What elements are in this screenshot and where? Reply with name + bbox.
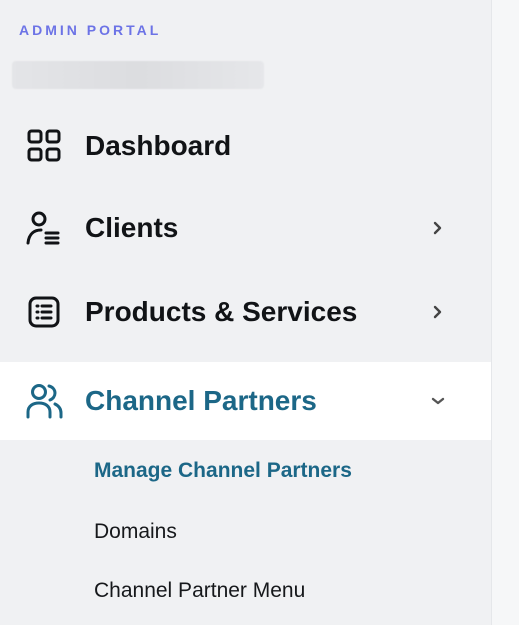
nav-label-clients: Clients xyxy=(85,212,179,243)
clients-user-list-icon xyxy=(24,208,64,248)
submenu-item-channel-partner-menu[interactable]: Channel Partner Menu xyxy=(94,579,305,603)
nav-item-products-services[interactable]: Products & Services xyxy=(0,273,491,351)
submenu-item-domains[interactable]: Domains xyxy=(94,520,177,544)
nav-item-channel-partners[interactable]: Channel Partners xyxy=(0,362,491,440)
dashboard-grid-icon xyxy=(24,126,64,166)
nav-label-dashboard: Dashboard xyxy=(85,130,232,161)
chevron-right-icon[interactable] xyxy=(426,216,450,240)
chevron-right-icon[interactable] xyxy=(426,300,450,324)
nav-item-clients[interactable]: Clients xyxy=(0,189,491,267)
portal-label: ADMIN PORTAL xyxy=(19,22,162,38)
nav-item-dashboard[interactable]: Dashboard xyxy=(0,107,491,185)
products-list-icon xyxy=(24,292,64,332)
sidebar: ADMIN PORTAL Dashboard Clients Products … xyxy=(0,0,491,625)
channel-partners-users-icon xyxy=(24,381,64,421)
nav-label-channel-partners: Channel Partners xyxy=(85,385,317,416)
nav-label-products-services: Products & Services xyxy=(85,296,358,327)
redacted-username xyxy=(12,61,264,89)
content-area-edge xyxy=(491,0,519,625)
submenu-item-manage-channel-partners[interactable]: Manage Channel Partners xyxy=(94,459,352,483)
chevron-down-icon[interactable] xyxy=(426,389,450,413)
